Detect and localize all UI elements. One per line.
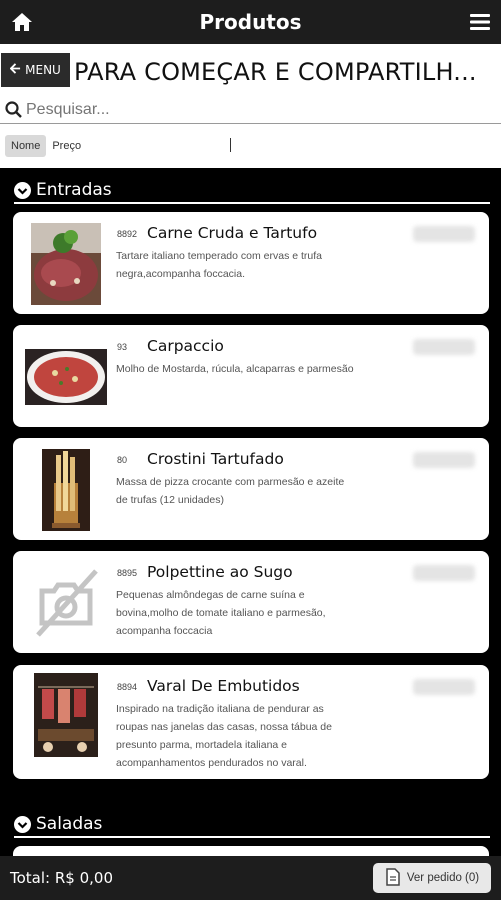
page-title: Produtos <box>199 10 302 34</box>
menu-button-label: MENU <box>25 63 61 77</box>
search-bar <box>0 96 501 124</box>
hamburger-menu-icon[interactable] <box>469 11 491 33</box>
sort-divider <box>230 138 231 152</box>
product-name: Polpettine ao Sugo <box>147 563 293 581</box>
product-description: Inspirado na tradição italiana de pendur… <box>116 703 332 769</box>
product-price <box>413 452 475 468</box>
product-image <box>25 448 107 532</box>
sort-options: Nome Preço <box>0 134 501 158</box>
product-description: Tartare italiano temperado com ervas e t… <box>116 250 323 280</box>
product-price <box>413 226 475 242</box>
product-description: Massa de pizza crocante com parmesão e a… <box>116 476 345 506</box>
sort-by-name-button[interactable]: Nome <box>5 135 47 157</box>
product-card[interactable]: 8895 Polpettine ao Sugo Pequenas almônde… <box>13 551 489 653</box>
section-label: Entradas <box>36 180 112 200</box>
product-code: 8895 <box>117 568 138 578</box>
section-header-entradas[interactable]: Entradas <box>14 178 490 204</box>
category-heading: PARA COMEÇAR E COMPARTILH... <box>74 58 477 86</box>
product-price <box>413 565 475 581</box>
chevron-down-circle-icon <box>14 815 31 833</box>
sort-by-price-button[interactable]: Preço <box>52 140 81 152</box>
product-description: Pequenas almôndegas de carne suína e bov… <box>116 589 326 637</box>
product-image <box>25 335 107 419</box>
product-image <box>25 222 107 306</box>
view-order-button[interactable]: Ver pedido (0) <box>373 863 491 893</box>
section-label: Saladas <box>36 814 103 834</box>
product-description: Molho de Mostarda, rúcula, alcaparras e … <box>116 363 354 375</box>
product-card[interactable]: 80 Crostini Tartufado Massa de pizza cro… <box>13 438 489 540</box>
product-name: Carpaccio <box>147 337 224 355</box>
product-card[interactable]: 8892 Carne Cruda e Tartufo Tartare itali… <box>13 212 489 314</box>
document-icon <box>385 867 401 889</box>
order-total: Total: R$ 0,00 <box>10 869 113 887</box>
search-icon <box>4 100 24 120</box>
product-code: 8894 <box>117 682 138 692</box>
view-order-label: Ver pedido (0) <box>406 872 480 884</box>
product-name: Varal De Embutidos <box>147 677 300 695</box>
product-code: 80 <box>117 455 128 465</box>
menu-button[interactable]: MENU <box>1 53 70 87</box>
bottom-bar: Total: R$ 0,00 Ver pedido (0) <box>0 856 501 900</box>
search-input[interactable] <box>26 100 486 119</box>
product-price <box>413 679 475 695</box>
no-image-icon <box>25 561 107 645</box>
arrow-left-icon <box>9 63 21 77</box>
product-price <box>413 339 475 355</box>
product-name: Carne Cruda e Tartufo <box>147 224 318 242</box>
product-card[interactable]: 8894 Varal De Embutidos Inspirado na tra… <box>13 665 489 779</box>
home-icon[interactable] <box>10 10 34 34</box>
section-header-saladas[interactable]: Saladas <box>14 812 490 838</box>
product-card[interactable]: 93 Carpaccio Molho de Mostarda, rúcula, … <box>13 325 489 427</box>
product-code: 93 <box>117 342 128 352</box>
product-image <box>25 673 107 757</box>
product-name: Crostini Tartufado <box>147 450 284 468</box>
chevron-down-circle-icon <box>14 181 31 199</box>
top-bar: Produtos <box>0 0 501 44</box>
product-code: 8892 <box>117 229 138 239</box>
